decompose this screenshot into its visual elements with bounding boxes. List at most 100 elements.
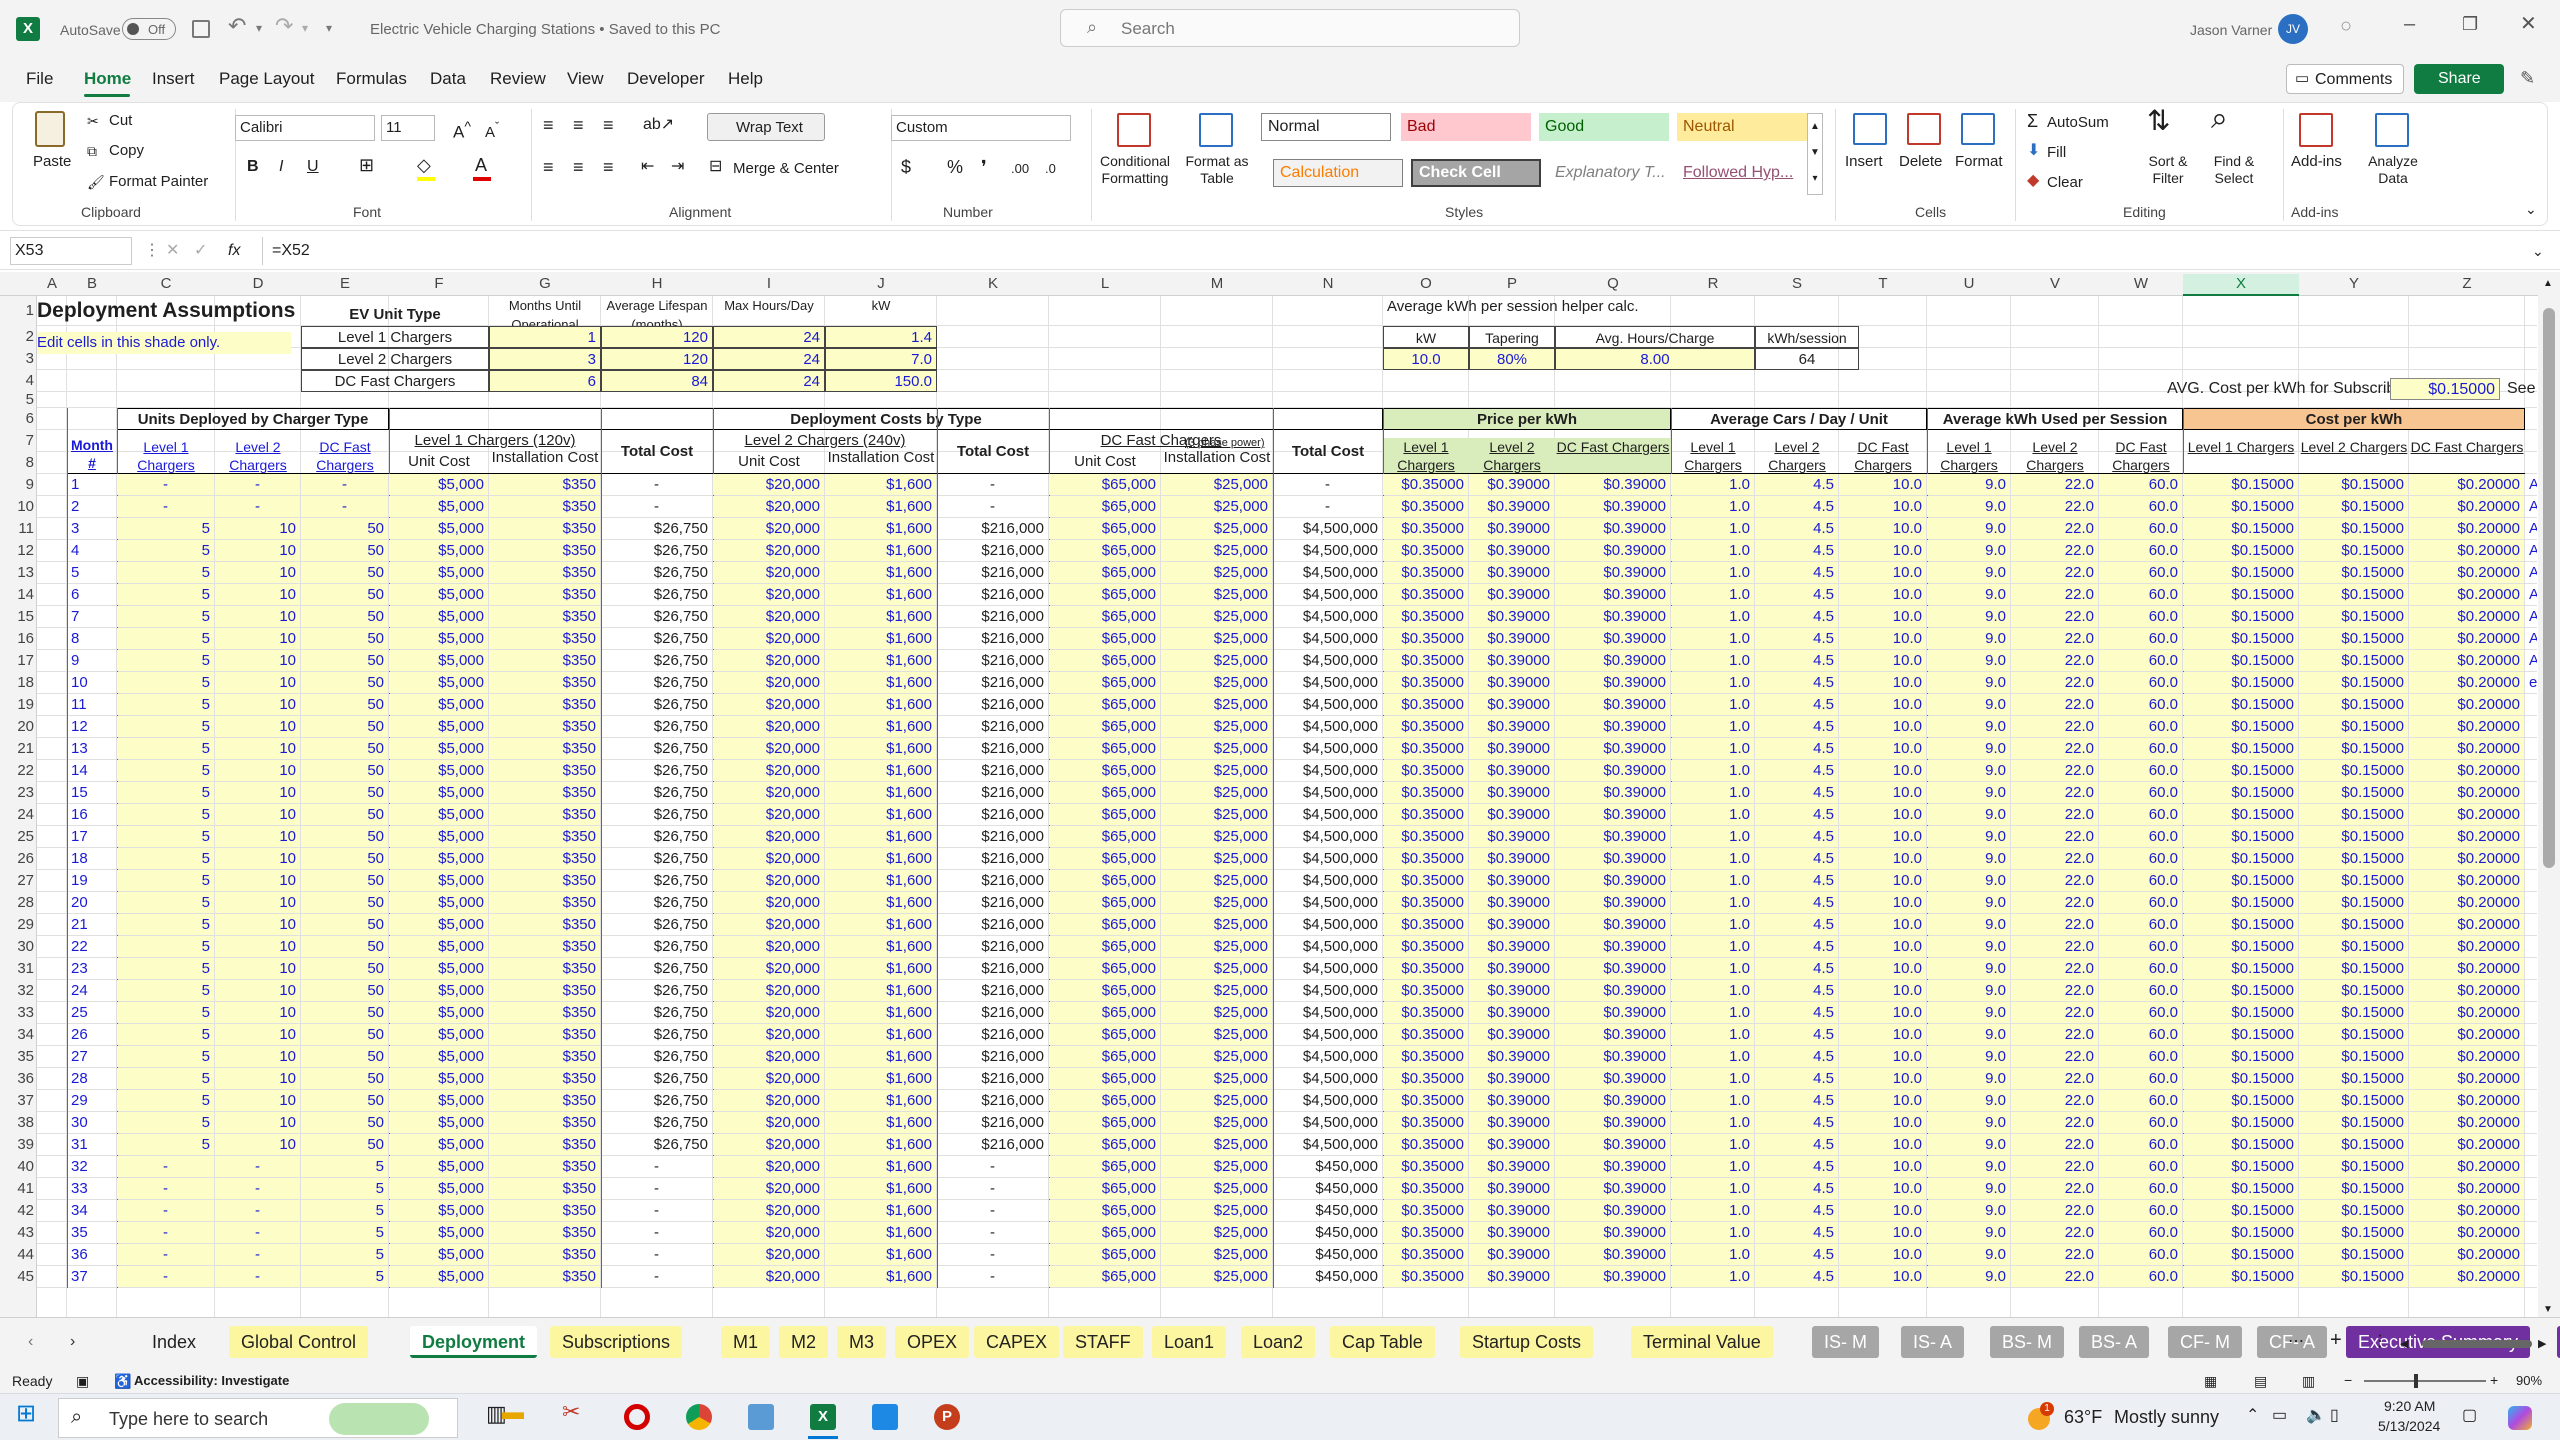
row-header[interactable]: 8 xyxy=(0,453,34,473)
data-cell[interactable]: $5,000 xyxy=(389,606,488,627)
data-cell[interactable]: $0.39000 xyxy=(1555,958,1670,979)
data-cell[interactable]: $4,500,000 xyxy=(1273,738,1382,759)
spreadsheet-grid[interactable]: Deployment Assumptions Edit cells in thi… xyxy=(37,296,2537,1317)
data-cell[interactable]: 10.0 xyxy=(1839,914,1926,935)
data-cell[interactable]: $0.39000 xyxy=(1555,848,1670,869)
data-cell[interactable]: $1,600 xyxy=(825,1024,936,1045)
data-cell[interactable]: 1.0 xyxy=(1671,1134,1754,1155)
row-header[interactable]: 6 xyxy=(0,409,34,429)
data-cell[interactable]: 10 xyxy=(215,1090,300,1111)
data-cell[interactable]: 60.0 xyxy=(2099,1178,2182,1199)
data-cell[interactable]: $25,000 xyxy=(1161,738,1272,759)
column-header-H[interactable]: H xyxy=(601,274,713,294)
data-cell[interactable]: 60.0 xyxy=(2099,1002,2182,1023)
data-cell[interactable]: 10 xyxy=(215,892,300,913)
restore-icon[interactable]: ❐ xyxy=(2462,14,2478,34)
row-header[interactable]: 2 xyxy=(0,327,34,347)
data-cell[interactable]: $20,000 xyxy=(713,892,824,913)
section-charger-head-2[interactable]: DC Fast Chargers xyxy=(1839,438,1927,474)
data-cell[interactable]: 10.0 xyxy=(1839,584,1926,605)
data-cell[interactable]: 5 xyxy=(117,672,214,693)
data-cell[interactable]: $0.15000 xyxy=(2183,1002,2298,1023)
data-cell[interactable]: 50 xyxy=(301,562,388,583)
data-cell[interactable]: 9.0 xyxy=(1927,1002,2010,1023)
ev-input-cell[interactable]: 1.4 xyxy=(825,326,937,348)
data-cell[interactable]: $1,600 xyxy=(825,540,936,561)
data-cell[interactable]: $0.39000 xyxy=(1555,540,1670,561)
month-cell[interactable]: 13 xyxy=(67,738,116,759)
data-cell[interactable]: $5,000 xyxy=(389,1112,488,1133)
data-cell[interactable]: $0.39000 xyxy=(1555,1112,1670,1133)
data-cell[interactable]: $0.35000 xyxy=(1383,672,1468,693)
data-cell[interactable]: $25,000 xyxy=(1161,1024,1272,1045)
avg-cost-label[interactable]: AVG. Cost per kWh for Subscribers: xyxy=(1997,378,2426,400)
data-cell[interactable]: 50 xyxy=(301,804,388,825)
data-cell[interactable]: $0.39000 xyxy=(1555,1068,1670,1089)
copy-icon[interactable]: ⧉ xyxy=(87,141,97,161)
note-cell[interactable]: Area xyxy=(2525,496,2537,518)
data-cell[interactable]: 4.5 xyxy=(1755,892,1838,913)
data-cell[interactable]: 60.0 xyxy=(2099,760,2182,781)
data-cell[interactable]: $65,000 xyxy=(1049,1266,1160,1287)
enter-formula-icon[interactable]: ✓ xyxy=(194,241,207,261)
data-cell[interactable]: 1.0 xyxy=(1671,474,1754,495)
data-cell[interactable]: $25,000 xyxy=(1161,1134,1272,1155)
data-cell[interactable]: - xyxy=(117,474,214,495)
data-cell[interactable]: 22.0 xyxy=(2011,650,2098,671)
data-cell[interactable]: $4,500,000 xyxy=(1273,936,1382,957)
data-cell[interactable]: $0.35000 xyxy=(1383,782,1468,803)
data-cell[interactable]: 5 xyxy=(117,1134,214,1155)
month-cell[interactable]: 15 xyxy=(67,782,116,803)
weather-desc[interactable]: Mostly sunny xyxy=(2114,1407,2219,1427)
increase-font-icon[interactable]: A^ xyxy=(453,117,471,143)
cost-subhead-total_cost[interactable]: Total Cost xyxy=(1273,442,1383,472)
data-cell[interactable]: $0.39000 xyxy=(1469,1178,1554,1199)
month-cell[interactable]: 23 xyxy=(67,958,116,979)
data-cell[interactable]: $0.20000 xyxy=(2409,892,2524,913)
comma-icon[interactable]: ❜ xyxy=(981,157,987,177)
month-cell[interactable]: 24 xyxy=(67,980,116,1001)
month-header[interactable]: Month # xyxy=(67,436,117,474)
data-cell[interactable]: 1.0 xyxy=(1671,1024,1754,1045)
data-cell[interactable]: $5,000 xyxy=(389,584,488,605)
data-cell[interactable]: 9.0 xyxy=(1927,1112,2010,1133)
data-cell[interactable]: 9.0 xyxy=(1927,628,2010,649)
row-header[interactable]: 21 xyxy=(0,739,34,759)
ev-input-cell[interactable]: 1 xyxy=(489,326,601,348)
data-cell[interactable]: $20,000 xyxy=(713,540,824,561)
data-cell[interactable]: $0.39000 xyxy=(1555,1024,1670,1045)
data-cell[interactable]: $0.20000 xyxy=(2409,1266,2524,1287)
data-cell[interactable]: 22.0 xyxy=(2011,782,2098,803)
data-cell[interactable]: 9.0 xyxy=(1927,1156,2010,1177)
data-cell[interactable]: 5 xyxy=(117,540,214,561)
data-cell[interactable]: $0.15000 xyxy=(2183,628,2298,649)
row-header[interactable]: 7 xyxy=(0,431,34,451)
section-charger-head-1[interactable]: Level 2 Chargers xyxy=(1755,438,1839,474)
row-header[interactable]: 17 xyxy=(0,651,34,671)
data-cell[interactable]: $25,000 xyxy=(1161,694,1272,715)
data-cell[interactable]: $0.15000 xyxy=(2299,1112,2408,1133)
data-cell[interactable]: $450,000 xyxy=(1273,1266,1382,1287)
data-cell[interactable]: $350 xyxy=(489,1134,600,1155)
add-sheet-icon[interactable]: + xyxy=(2330,1330,2342,1350)
data-cell[interactable]: $20,000 xyxy=(713,1200,824,1221)
sheet-tab-is-a[interactable]: IS- A xyxy=(1901,1326,1965,1358)
data-cell[interactable]: 10 xyxy=(215,694,300,715)
wrap-text-button[interactable]: Wrap Text xyxy=(707,113,825,141)
data-cell[interactable]: 9.0 xyxy=(1927,782,2010,803)
data-cell[interactable]: 60.0 xyxy=(2099,870,2182,891)
data-cell[interactable]: $0.39000 xyxy=(1555,650,1670,671)
data-cell[interactable]: $20,000 xyxy=(713,628,824,649)
ev-input-cell[interactable]: 120 xyxy=(601,326,713,348)
data-cell[interactable]: - xyxy=(937,474,1048,495)
data-cell[interactable]: 1.0 xyxy=(1671,804,1754,825)
column-header-U[interactable]: U xyxy=(1927,274,2011,294)
data-cell[interactable]: $216,000 xyxy=(937,518,1048,539)
data-cell[interactable]: $26,750 xyxy=(601,1002,712,1023)
data-cell[interactable]: $0.35000 xyxy=(1383,1090,1468,1111)
data-cell[interactable]: 60.0 xyxy=(2099,738,2182,759)
row-header[interactable]: 33 xyxy=(0,1003,34,1023)
data-cell[interactable]: 60.0 xyxy=(2099,628,2182,649)
data-cell[interactable]: 10.0 xyxy=(1839,958,1926,979)
style-followed-hyperlink[interactable]: Followed Hyp... xyxy=(1677,159,1807,187)
